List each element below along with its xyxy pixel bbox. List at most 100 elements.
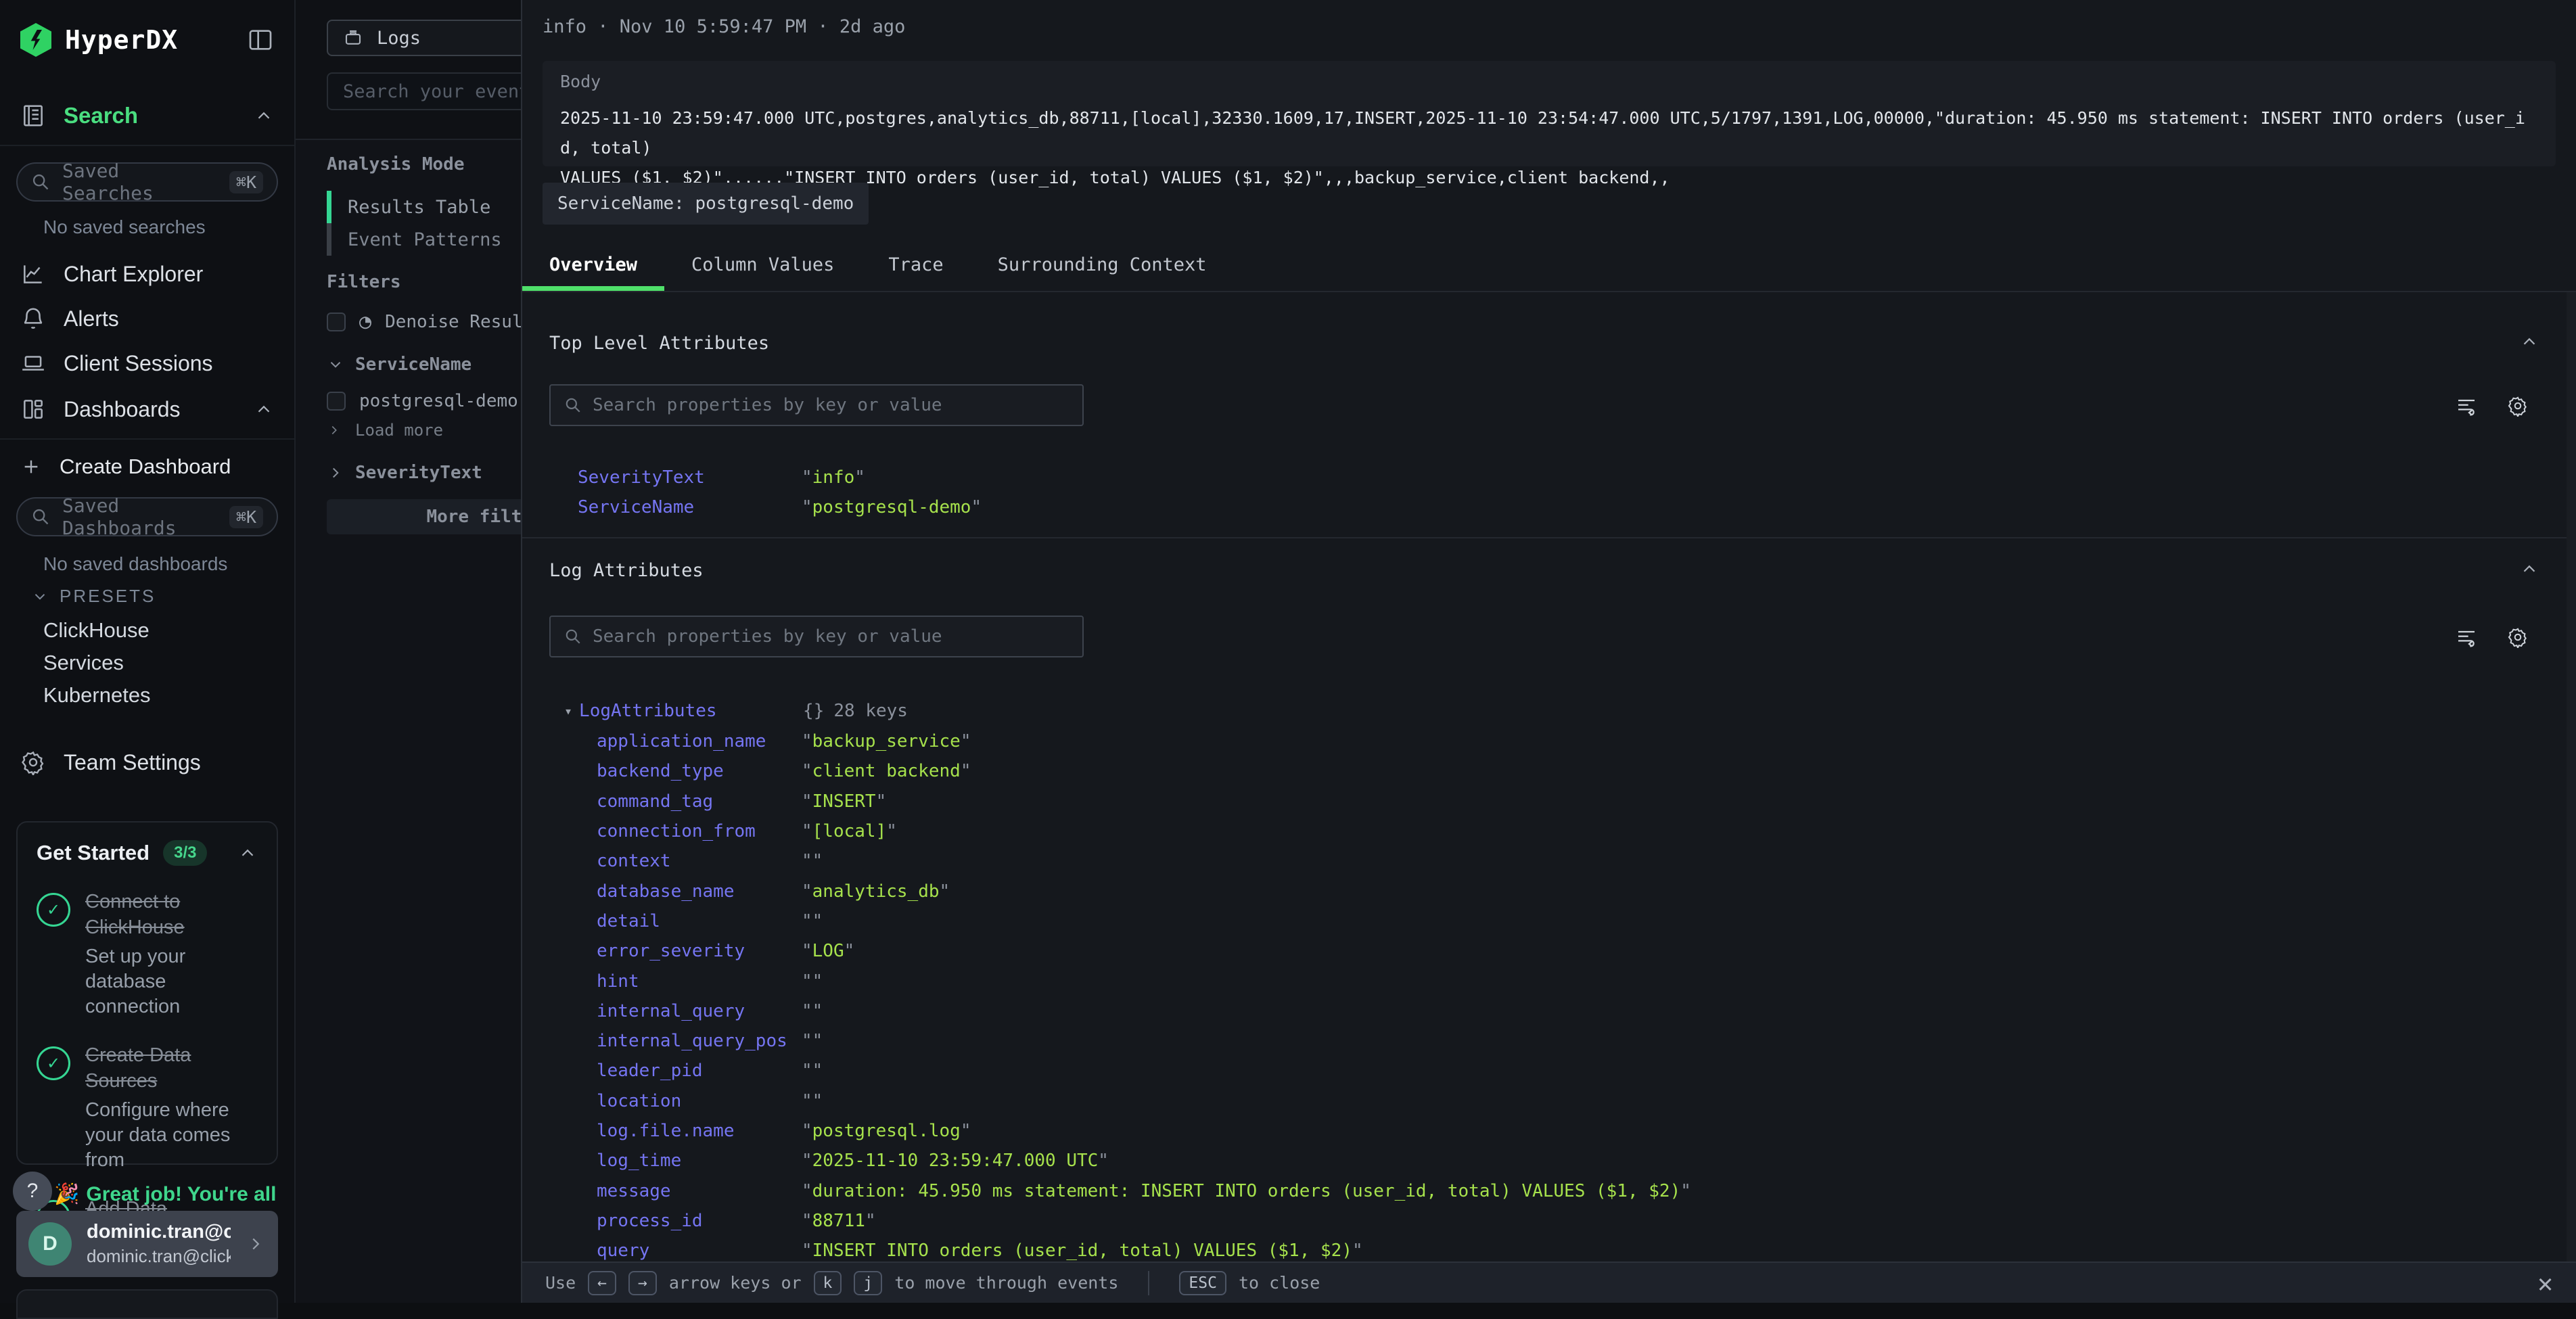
tab-surrounding-context[interactable]: Surrounding Context (971, 238, 1234, 291)
attribute-row[interactable]: process_id 88711 (522, 1206, 2567, 1236)
chevron-up-icon[interactable] (237, 843, 258, 863)
attribute-row[interactable]: log.file.name postgresql.log (522, 1116, 2567, 1146)
sidebar-item-dashboards[interactable]: Dashboards (20, 396, 274, 422)
section-tools (2456, 626, 2529, 648)
attribute-row[interactable]: command_tag INSERT (522, 787, 2567, 816)
log-attributes-tree: ▾ LogAttributes {} 28 keys application_n… (522, 695, 2567, 1262)
attribute-row[interactable]: query INSERT INTO orders (user_id, total… (522, 1236, 2567, 1262)
saved-searches-input[interactable]: Saved Searches ⌘K (16, 162, 278, 202)
filter-group-servicename[interactable]: ServiceName (327, 354, 472, 375)
wrap-lines-icon[interactable] (2456, 626, 2477, 648)
attribute-row[interactable]: detail (522, 906, 2567, 936)
shortcut-badge: ⌘K (229, 506, 263, 528)
event-search-input[interactable]: Search your event (327, 72, 521, 110)
avatar: D (28, 1222, 72, 1266)
attribute-value (802, 911, 823, 931)
attribute-key: log_time (597, 1151, 802, 1171)
service-checkbox[interactable] (327, 392, 346, 411)
log-attributes-root-row[interactable]: ▾ LogAttributes {} 28 keys (522, 695, 2567, 726)
sidebar-item-alerts[interactable]: Alerts (20, 306, 274, 331)
tab-column-values[interactable]: Column Values (664, 238, 861, 291)
attribute-row[interactable]: internal_query_pos (522, 1026, 2567, 1056)
sidebar-item-label: Chart Explorer (64, 262, 203, 287)
preset-link[interactable]: ClickHouse (43, 618, 150, 643)
attribute-key: connection_from (597, 821, 802, 841)
attribute-row[interactable]: internal_query (522, 996, 2567, 1026)
attribute-value (802, 1001, 823, 1021)
attribute-row[interactable]: log_time 2025-11-10 23:59:47.000 UTC (522, 1146, 2567, 1176)
attribute-row[interactable]: message duration: 45.950 ms statement: I… (522, 1176, 2567, 1205)
service-name-tag[interactable]: ServiceName: postgresql-demo (543, 183, 869, 225)
get-started-item[interactable]: ✓ Create Data Sources Configure where yo… (37, 1042, 258, 1173)
presets-toggle[interactable]: PRESETS (31, 586, 156, 607)
user-account-button[interactable]: D dominic.tran@clic... dominic.tran@clic… (16, 1211, 278, 1277)
section-tools (2456, 395, 2529, 417)
gear-icon[interactable] (2507, 626, 2529, 648)
gear-icon[interactable] (2507, 395, 2529, 417)
load-more-link[interactable]: Load more (327, 421, 443, 440)
attribute-row[interactable]: hint (522, 966, 2567, 996)
attribute-value: client backend (802, 761, 971, 781)
j-key: j (854, 1271, 882, 1295)
attribute-value (802, 1091, 823, 1111)
mode-event-patterns[interactable]: Event Patterns (327, 223, 502, 256)
attribute-row[interactable]: location (522, 1086, 2567, 1116)
chevron-up-icon[interactable] (254, 106, 274, 126)
attribute-value: 2025-11-10 23:59:47.000 UTC (802, 1151, 1109, 1171)
sidebar-item-label: Search (64, 103, 138, 129)
chevron-up-icon[interactable] (254, 399, 274, 419)
sidebar-collapse-icon[interactable] (247, 26, 274, 53)
sidebar-item-client-sessions[interactable]: Client Sessions (20, 350, 274, 376)
preset-link[interactable]: Kubernetes (43, 683, 151, 708)
sidebar: HyperDX Search Saved Searches ⌘K No save… (0, 0, 296, 1303)
top-level-row[interactable]: ServiceName postgresql-demo (578, 492, 982, 522)
attribute-row[interactable]: leader_pid (522, 1056, 2567, 1086)
detail-tabs: Overview Column Values Trace Surrounding… (522, 238, 2576, 292)
attribute-row[interactable]: backend_type client backend (522, 756, 2567, 786)
help-button[interactable]: ? (13, 1172, 52, 1211)
attribute-key: leader_pid (597, 1061, 802, 1081)
close-icon[interactable]: ✕ (2537, 1270, 2553, 1296)
more-filters-button[interactable]: More filte (327, 499, 521, 534)
saved-dashboards-input[interactable]: Saved Dashboards ⌘K (16, 497, 278, 536)
collapse-section-icon[interactable] (2519, 559, 2539, 579)
attribute-row[interactable]: context (522, 846, 2567, 876)
denoise-checkbox[interactable] (327, 313, 346, 331)
tab-overview[interactable]: Overview (522, 238, 664, 291)
chart-icon (20, 261, 46, 287)
attribute-row[interactable]: connection_from [local] (522, 816, 2567, 846)
logs-source-icon (343, 28, 363, 48)
create-dashboard-button[interactable]: Create Dashboard (20, 455, 274, 479)
esc-key: ESC (1179, 1271, 1226, 1295)
attribute-row[interactable]: database_name analytics_db (522, 876, 2567, 906)
scrollbar[interactable] (2567, 292, 2576, 1262)
sidebar-item-label: Dashboards (64, 397, 181, 422)
top-level-row[interactable]: SeverityText info (578, 463, 865, 492)
denoise-icon: ◔ (359, 310, 371, 333)
sidebar-item-team-settings[interactable]: Team Settings (20, 749, 274, 775)
sidebar-item-search[interactable]: Search (20, 103, 274, 129)
no-saved-dashboards-note: No saved dashboards (43, 553, 227, 575)
log-attributes-search-input[interactable]: Search properties by key or value (549, 616, 1084, 657)
attribute-row[interactable]: error_severity LOG (522, 936, 2567, 966)
collapse-section-icon[interactable] (2519, 331, 2539, 352)
sidebar-item-chart-explorer[interactable]: Chart Explorer (20, 261, 274, 287)
filter-group-severitytext[interactable]: SeverityText (327, 463, 482, 483)
preset-link[interactable]: Services (43, 651, 124, 675)
attribute-value: backup_service (802, 731, 971, 751)
attribute-row[interactable]: application_name backup_service (522, 726, 2567, 756)
body-log-text: 2025-11-10 23:59:47.000 UTC,postgres,ana… (560, 103, 2538, 193)
tab-trace[interactable]: Trace (861, 238, 970, 291)
top-level-search-input[interactable]: Search properties by key or value (549, 384, 1084, 426)
service-filter-row[interactable]: postgresql-demo (327, 391, 518, 411)
source-selector-button[interactable]: Logs (327, 20, 521, 56)
wrap-lines-icon[interactable] (2456, 395, 2477, 417)
denoise-filter-row[interactable]: ◔ Denoise Resul (327, 310, 521, 333)
get-started-item[interactable]: ✓ Connect to ClickHouse Set up your data… (37, 889, 258, 1019)
attribute-value: 88711 (802, 1211, 876, 1231)
body-label: Body (560, 72, 2538, 91)
mode-results-table[interactable]: Results Table (327, 191, 490, 223)
attribute-value: duration: 45.950 ms statement: INSERT IN… (802, 1181, 1691, 1201)
attribute-key: internal_query_pos (597, 1031, 802, 1051)
log-attributes-title: Log Attributes (549, 560, 704, 581)
